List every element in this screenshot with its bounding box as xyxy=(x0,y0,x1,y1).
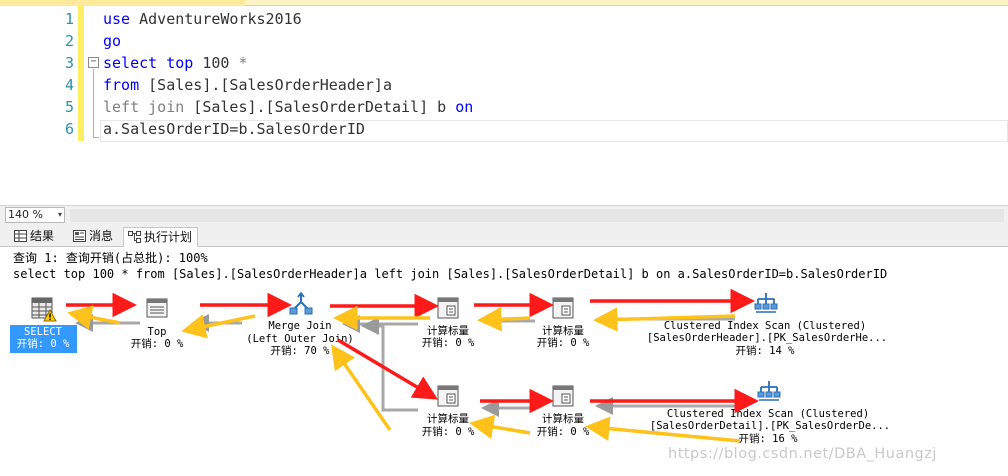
tab-results-label: 结果 xyxy=(30,229,55,243)
code-line-5: left join [Sales].[SalesOrderDetail] b o… xyxy=(103,98,474,116)
merge-join-name: Merge Join xyxy=(268,320,332,332)
line-number: 1 xyxy=(64,10,74,28)
compute-scalar-icon[interactable] xyxy=(552,297,574,319)
code-line-3: select top 100 * xyxy=(103,54,248,72)
line-number: 6 xyxy=(64,120,74,138)
compute-scalar-1-cost: 开销: 0 % xyxy=(421,337,475,349)
line-number: 4 xyxy=(64,76,74,94)
code-line-6: a.SalesOrderID=b.SalesOrderID xyxy=(103,120,365,138)
fold-guide-end xyxy=(93,137,99,138)
scan-1-name: Clustered Index Scan (Clustered) xyxy=(663,320,867,332)
compute-scalar-icon[interactable] xyxy=(437,297,459,319)
top-node-icon[interactable] xyxy=(146,297,168,319)
horizontal-scrollbar[interactable] xyxy=(70,209,1004,222)
scan-2-name: Clustered Index Scan (Clustered) xyxy=(666,408,870,420)
compute-scalar-icon[interactable] xyxy=(437,385,459,407)
line-number: 2 xyxy=(64,32,74,50)
scan-2-cost: 开销: 16 % xyxy=(738,433,798,445)
top-node-cost: 开销: 0 % xyxy=(130,338,184,350)
tab-messages-label: 消息 xyxy=(89,229,114,243)
chevron-down-icon: ▾ xyxy=(57,210,62,219)
code-line-4: from [Sales].[SalesOrderHeader]a xyxy=(103,76,392,94)
line-number: 5 xyxy=(64,98,74,116)
compute-scalar-4-name: 计算标量 xyxy=(542,413,584,425)
scan-1-object: [SalesOrderHeader].[PK_SalesOrderHe... xyxy=(646,332,888,344)
code-line-1: use AdventureWorks2016 xyxy=(103,10,302,28)
query-text: select top 100 * from [Sales].[SalesOrde… xyxy=(13,267,888,281)
compute-scalar-2-name: 计算标量 xyxy=(542,325,584,337)
warning-icon xyxy=(43,309,57,322)
tab-results[interactable]: 结果 xyxy=(10,227,59,247)
scan-1-cost: 开销: 14 % xyxy=(735,345,795,357)
compute-scalar-4-cost: 开销: 0 % xyxy=(536,426,590,438)
sql-editor[interactable]: 1 2 3 4 5 6 − use AdventureWorks2016 go … xyxy=(0,6,1008,205)
compute-scalar-icon[interactable] xyxy=(552,385,574,407)
watermark: https://blog.csdn.net/DBA_Huangzj xyxy=(668,446,937,462)
clustered-index-scan-icon[interactable] xyxy=(757,379,781,403)
grid-icon xyxy=(14,230,27,242)
compute-scalar-3-name: 计算标量 xyxy=(427,413,469,425)
compute-scalar-1-name: 计算标量 xyxy=(427,325,469,337)
scan-2-object: [SalesOrderDetail].[PK_SalesOrderDe... xyxy=(649,420,891,432)
execution-plan-pane[interactable] xyxy=(0,247,1008,476)
compute-scalar-2-cost: 开销: 0 % xyxy=(536,337,590,349)
tab-execution-plan[interactable]: 执行计划 xyxy=(123,227,199,248)
select-node-name: SELECT xyxy=(24,326,62,338)
tab-messages[interactable]: 消息 xyxy=(69,227,118,247)
zoom-value: 140 % xyxy=(8,208,43,221)
editor-status-bar: 140 % ▾ xyxy=(0,205,1008,224)
code-line-2: go xyxy=(103,32,122,50)
zoom-dropdown[interactable]: 140 % ▾ xyxy=(5,207,65,223)
changed-lines-marker xyxy=(78,6,84,141)
top-node-name: Top xyxy=(147,326,167,338)
tab-execution-plan-label: 执行计划 xyxy=(144,230,193,244)
merge-join-cost: 开销: 70 % xyxy=(270,345,330,357)
fold-guide xyxy=(93,69,94,137)
clustered-index-scan-icon[interactable] xyxy=(754,291,778,315)
plan-icon xyxy=(128,231,141,243)
result-tabs: 结果 消息 执行计划 xyxy=(0,224,1008,248)
compute-scalar-3-cost: 开销: 0 % xyxy=(421,426,475,438)
merge-join-icon[interactable] xyxy=(289,292,313,316)
messages-icon xyxy=(73,230,86,242)
query-cost-line: 查询 1: 查询开销(占总批): 100% xyxy=(13,251,208,265)
collapse-region-icon[interactable]: − xyxy=(88,57,99,68)
line-number: 3 xyxy=(64,54,74,72)
select-node-cost: 开销: 0 % xyxy=(16,338,70,350)
merge-join-type: (Left Outer Join) xyxy=(246,333,354,345)
